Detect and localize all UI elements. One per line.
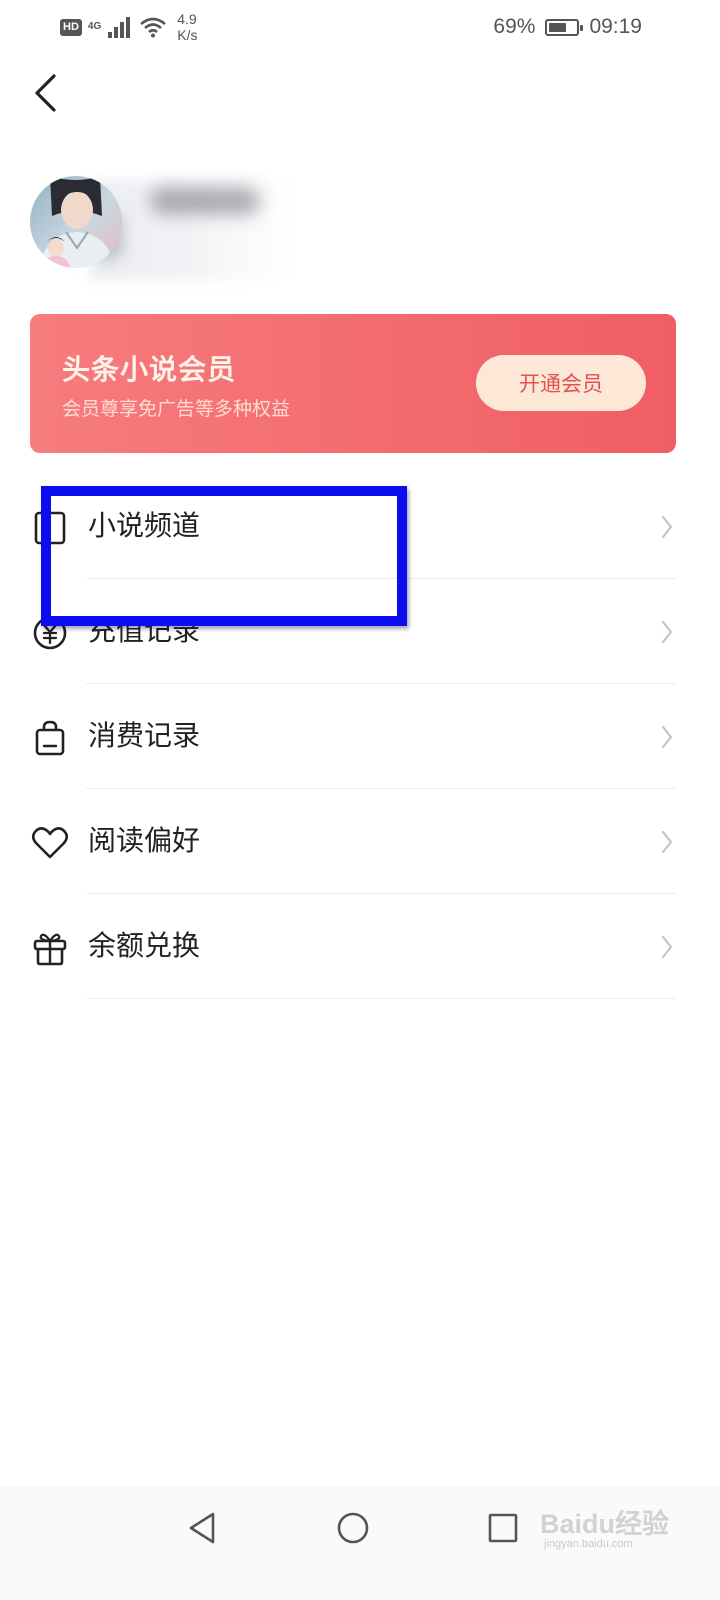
- open-membership-button[interactable]: 开通会员: [476, 355, 646, 411]
- network-type: 4G: [88, 22, 101, 32]
- watermark-text: Baidu经验: [540, 1509, 670, 1539]
- menu-item-reading-preference[interactable]: 阅读偏好: [0, 789, 720, 894]
- menu-item-label: 阅读偏好: [88, 824, 201, 857]
- recents-square-icon: [488, 1513, 518, 1543]
- battery-cap: [580, 24, 584, 31]
- nav-recents-button[interactable]: [473, 1504, 533, 1552]
- battery-fill: [549, 22, 567, 32]
- menu-item-balance-exchange[interactable]: 余额兑换: [0, 894, 720, 999]
- screen: HD 4G 4.9 K/s 69% 09:19 头条小说会员 会员尊享免广告等多…: [0, 0, 720, 1600]
- battery-percent: 69%: [493, 15, 536, 38]
- watermark-url: jingyan.baidu.com: [544, 1538, 633, 1550]
- back-button[interactable]: [22, 68, 68, 118]
- gift-icon: [33, 933, 67, 966]
- book-icon: [34, 511, 66, 545]
- status-right: 69% 09:19: [493, 12, 642, 42]
- vip-title: 头条小说会员: [62, 353, 237, 386]
- network-type-label: 4G: [87, 21, 102, 32]
- baidu-watermark: Baidu经验 jingyan.baidu.com: [540, 1494, 670, 1556]
- heart-icon: [31, 827, 69, 859]
- wifi-icon: [140, 17, 167, 38]
- chevron-right-icon: [661, 515, 673, 539]
- username-blurred: [150, 188, 260, 214]
- nav-back-button[interactable]: [172, 1504, 232, 1552]
- network-speed: 4.9 K/s: [177, 11, 197, 43]
- network-speed-unit: K/s: [177, 27, 198, 43]
- chevron-right-icon: [661, 725, 673, 749]
- avatar-image: [30, 176, 122, 268]
- shopping-bag-icon: [35, 720, 65, 756]
- menu-divider: [86, 998, 676, 999]
- menu-item-label: 充值记录: [88, 614, 201, 647]
- network-speed-value: 4.9: [177, 11, 197, 27]
- menu-item-label: 小说频道: [88, 509, 201, 542]
- nav-home-button[interactable]: [323, 1504, 383, 1552]
- back-triangle-icon: [189, 1512, 215, 1544]
- signal-icon: [108, 17, 131, 38]
- chevron-right-icon: [661, 935, 673, 959]
- menu-item-consumption-record[interactable]: 消费记录: [0, 684, 720, 789]
- menu-item-recharge-record[interactable]: 充值记录: [0, 579, 720, 684]
- chevron-left-icon: [35, 74, 56, 112]
- battery-icon: [545, 18, 584, 36]
- status-bar: HD 4G 4.9 K/s 69% 09:19: [0, 0, 720, 52]
- status-left: HD 4G 4.9 K/s: [60, 10, 197, 44]
- menu-list: 小说频道 充值记录 消费记录 阅读偏好 余额兑换: [0, 474, 720, 999]
- hd-badge: HD: [60, 18, 82, 36]
- avatar[interactable]: [30, 176, 122, 268]
- home-circle-icon: [337, 1512, 369, 1544]
- menu-item-novel-channel[interactable]: 小说频道: [0, 474, 720, 579]
- vip-subtitle: 会员尊享免广告等多种权益: [62, 398, 291, 420]
- chevron-right-icon: [661, 830, 673, 854]
- chevron-right-icon: [661, 620, 673, 644]
- menu-item-label: 余额兑换: [88, 929, 201, 962]
- coin-icon: [33, 616, 67, 650]
- menu-item-label: 消费记录: [88, 719, 201, 752]
- clock: 09:19: [589, 15, 642, 38]
- vip-banner[interactable]: 头条小说会员 会员尊享免广告等多种权益 开通会员: [30, 314, 676, 453]
